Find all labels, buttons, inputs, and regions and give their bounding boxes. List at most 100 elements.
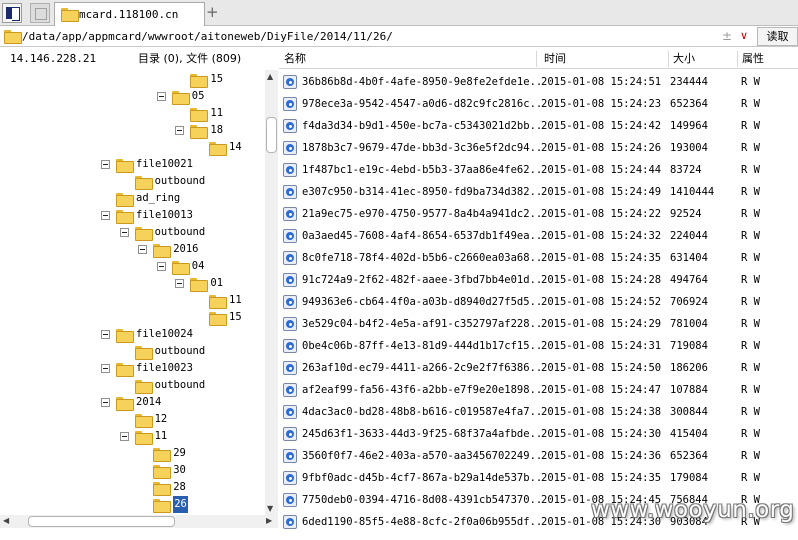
file-time: 2015-01-08 15:24:22 <box>541 208 662 220</box>
column-divider[interactable] <box>668 51 669 67</box>
tree-item[interactable]: 18 <box>0 122 265 139</box>
column-divider[interactable] <box>737 51 738 67</box>
tree-item[interactable]: ad_ring <box>0 190 265 207</box>
scroll-thumb[interactable] <box>266 117 277 153</box>
window-button[interactable] <box>30 3 50 23</box>
path-aux-icon[interactable]: ± <box>722 29 732 43</box>
tree-item[interactable]: 11 <box>0 428 265 445</box>
column-attr[interactable]: 属性 <box>742 49 764 69</box>
read-button[interactable]: 读取 <box>757 27 798 46</box>
file-name: e307c950-b314-41ec-8950-fd9ba734d382... <box>302 186 540 198</box>
column-divider[interactable] <box>536 51 537 67</box>
collapse-icon[interactable] <box>101 398 110 407</box>
file-row[interactable]: 1878b3c7-9679-47de-bb3d-3c36e5f2dc94... 2… <box>279 137 798 159</box>
tree-item[interactable]: 2016 <box>0 241 265 258</box>
tree-item[interactable]: outbound <box>0 224 265 241</box>
tree-item[interactable]: 15 <box>0 71 265 88</box>
collapse-icon[interactable] <box>138 245 148 254</box>
folder-icon <box>134 227 153 241</box>
path-input[interactable]: /data/app/appmcard/wwwroot/aitoneweb/Diy… <box>22 30 393 43</box>
column-name[interactable]: 名称 <box>284 49 306 69</box>
collapse-icon[interactable] <box>101 160 110 169</box>
file-row[interactable]: 4dac3ac0-bd28-48b8-b616-c019587e4fa7... 2… <box>279 401 798 423</box>
tree-item-label: 29 <box>173 447 186 459</box>
file-row[interactable]: 0be4c06b-87ff-4e13-81d9-444d1b17cf15... 2… <box>279 335 798 357</box>
chevron-down-icon[interactable]: ∨ <box>740 29 748 42</box>
scroll-thumb[interactable] <box>28 516 175 527</box>
file-row[interactable]: 3e529c04-b4f2-4e5a-af91-c352797af228... 2… <box>279 313 798 335</box>
column-time[interactable]: 时间 <box>544 49 566 69</box>
file-row[interactable]: 3560f0f7-46e2-403a-a570-aa3456702249... 2… <box>279 445 798 467</box>
file-row[interactable]: 8c0fe718-78f4-402d-b5b6-c2660ea03a68... 2… <box>279 247 798 269</box>
file-row[interactable]: 0a3aed45-7608-4af4-8654-6537db1f49ea... 2… <box>279 225 798 247</box>
file-row[interactable]: 1f487bc1-e19c-4ebd-b5b3-37aa86e4fe62... 2… <box>279 159 798 181</box>
tree-item[interactable]: 28 <box>0 479 265 496</box>
scroll-right-icon[interactable]: ▶ <box>266 516 272 525</box>
file-time: 2015-01-08 15:24:31 <box>541 340 662 352</box>
file-size: 107884 <box>670 384 708 396</box>
column-size[interactable]: 大小 <box>673 49 695 69</box>
media-file-icon <box>283 163 297 177</box>
file-name: 1878b3c7-9679-47de-bb3d-3c36e5f2dc94... <box>302 142 540 154</box>
file-row[interactable]: 978ece3a-9542-4547-a0d6-d82c9fc2816c... 2… <box>279 93 798 115</box>
file-row[interactable]: 9fbf0adc-d45b-4cf7-867a-b29a14de537b... 2… <box>279 467 798 489</box>
tree-item[interactable]: 11 <box>0 292 265 309</box>
tree-item[interactable]: 12 <box>0 411 265 428</box>
scroll-left-icon[interactable]: ◀ <box>3 516 9 525</box>
tree-item[interactable]: outbound <box>0 377 265 394</box>
collapse-icon[interactable] <box>101 211 110 220</box>
tree-item[interactable]: outbound <box>0 173 265 190</box>
tree-item[interactable]: 15 <box>0 309 265 326</box>
collapse-icon[interactable] <box>101 364 110 373</box>
tab-site[interactable]: mcard.118100.cn <box>54 2 205 26</box>
folder-icon <box>134 431 153 445</box>
scroll-up-icon[interactable]: ▲ <box>267 72 273 81</box>
tree-item[interactable]: 29 <box>0 445 265 462</box>
tree-item[interactable]: 04 <box>0 258 265 275</box>
tree-vertical-scrollbar[interactable]: ▲ ▼ <box>265 70 278 515</box>
tree-item[interactable]: 30 <box>0 462 265 479</box>
tree-item[interactable]: 2014 <box>0 394 265 411</box>
collapse-icon[interactable] <box>119 432 129 441</box>
file-time: 2015-01-08 15:24:30 <box>541 428 662 440</box>
tree-item[interactable]: file10013 <box>0 207 265 224</box>
tree-item[interactable]: outbound <box>0 343 265 360</box>
collapse-icon[interactable] <box>156 92 166 101</box>
file-row[interactable]: 36b86b8d-4b0f-4afe-8950-9e8fe2efde1e... 2… <box>279 71 798 93</box>
file-size: 1410444 <box>670 186 715 198</box>
tree-item[interactable]: 14 <box>0 139 265 156</box>
collapse-icon[interactable] <box>156 262 166 271</box>
add-tab-button[interactable]: + <box>206 3 219 21</box>
tree-item-label: outbound <box>154 226 206 238</box>
file-row[interactable]: 245d63f1-3633-44d3-9f25-68f37a4afbde... 2… <box>279 423 798 445</box>
folder-icon <box>209 142 227 156</box>
file-row[interactable]: 949363e6-cb64-4f0a-a03b-d8940d27f5d5... 2… <box>279 291 798 313</box>
tree-item-label: ad_ring <box>136 192 181 204</box>
tree-item[interactable]: file10024 <box>0 326 265 343</box>
tree-item[interactable]: 05 <box>0 88 265 105</box>
scroll-down-icon[interactable]: ▼ <box>267 504 273 513</box>
file-row[interactable]: f4da3d34-b9d1-450e-bc7a-c5343021d2bb... 2… <box>279 115 798 137</box>
collapse-icon[interactable] <box>101 330 110 339</box>
file-size: 92524 <box>670 208 702 220</box>
tree-item[interactable]: file10021 <box>0 156 265 173</box>
tree-horizontal-scrollbar[interactable]: ◀ ▶ <box>0 515 278 528</box>
file-attributes: R W <box>741 186 760 198</box>
file-row[interactable]: 91c724a9-2f62-482f-aaee-3fbd7bb4e01d... 2… <box>279 269 798 291</box>
collapse-icon[interactable] <box>175 126 185 135</box>
file-row[interactable]: 21a9ec75-e970-4750-9577-8a4b4a941dc2... 2… <box>279 203 798 225</box>
file-row[interactable]: 263af10d-ec79-4411-a266-2c9e2f7f6386... 2… <box>279 357 798 379</box>
tree-item-label: 14 <box>229 141 242 153</box>
file-attributes: R W <box>741 98 760 110</box>
tree-item[interactable]: 26 <box>0 496 265 513</box>
panel-toggle-button[interactable] <box>2 3 22 23</box>
tab-title: mcard.118100.cn <box>79 8 179 21</box>
file-row[interactable]: af2eaf99-fa56-43f6-a2bb-e7f9e20e1898... 2… <box>279 379 798 401</box>
tree-item[interactable]: 11 <box>0 105 265 122</box>
tree-item[interactable]: 01 <box>0 275 265 292</box>
media-file-icon <box>283 383 297 397</box>
collapse-icon[interactable] <box>175 279 185 288</box>
file-row[interactable]: e307c950-b314-41ec-8950-fd9ba734d382... 2… <box>279 181 798 203</box>
tree-item[interactable]: file10023 <box>0 360 265 377</box>
collapse-icon[interactable] <box>119 228 129 237</box>
